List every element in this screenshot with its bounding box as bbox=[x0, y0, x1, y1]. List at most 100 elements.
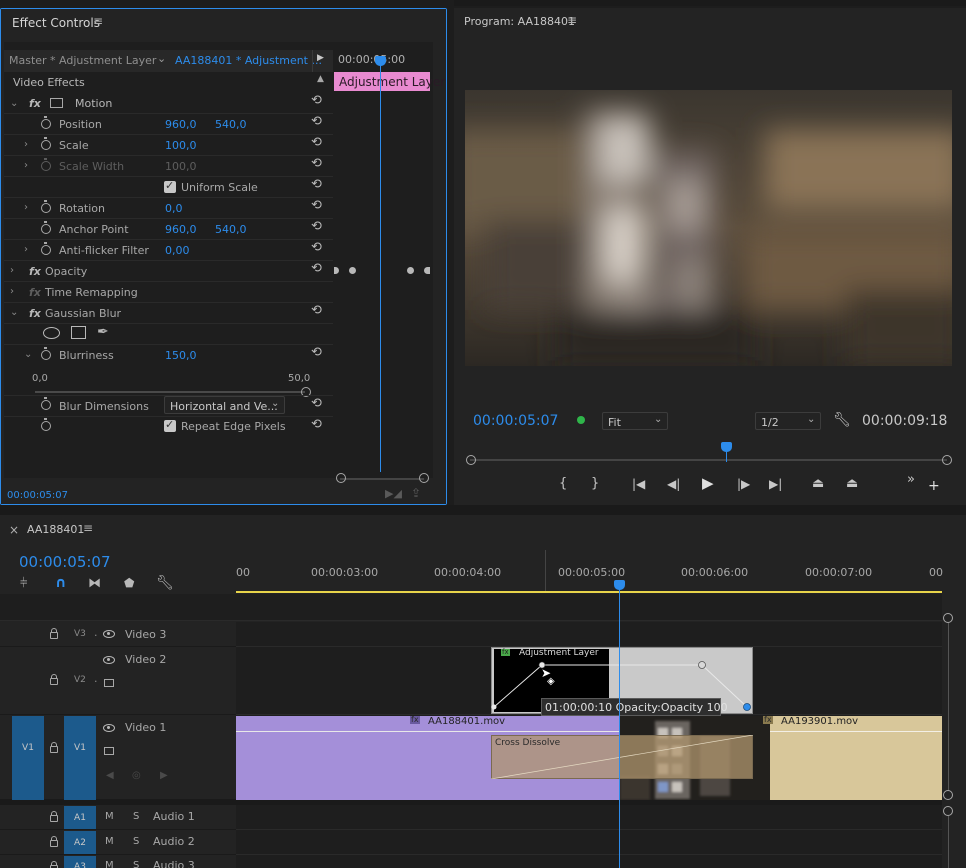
reset-icon[interactable]: ⟲ bbox=[311, 396, 322, 411]
vertical-scroll-track[interactable] bbox=[948, 623, 949, 791]
collapse-up-icon[interactable]: ▲ bbox=[317, 75, 324, 84]
reset-icon[interactable]: ⟲ bbox=[311, 240, 322, 255]
eye-icon[interactable] bbox=[103, 724, 115, 732]
reset-icon[interactable]: ⟲ bbox=[311, 93, 322, 108]
repeat-edge-checkbox[interactable] bbox=[164, 418, 176, 432]
source-patch-v1[interactable]: V1 bbox=[12, 716, 44, 800]
prev-keyframe-icon[interactable]: ◀ bbox=[106, 771, 114, 781]
track-target-a2[interactable]: A2 bbox=[64, 831, 96, 854]
linked-selection-icon[interactable]: ⧓ bbox=[88, 577, 101, 590]
fx-icon[interactable]: fx bbox=[29, 265, 41, 278]
lift-icon[interactable]: ⏏ bbox=[812, 477, 824, 490]
chevron-down-icon[interactable]: ⌄ bbox=[157, 53, 166, 64]
chevron-down-icon[interactable]: ⌄ bbox=[10, 307, 18, 318]
lock-icon[interactable] bbox=[50, 836, 58, 847]
play-triangle-icon[interactable]: ▶ bbox=[317, 54, 324, 63]
keyframe-marker[interactable] bbox=[424, 267, 430, 274]
track-target-v1[interactable]: V1 bbox=[64, 716, 96, 800]
mute-button[interactable]: M bbox=[105, 812, 114, 822]
transform-box-icon[interactable] bbox=[50, 98, 63, 108]
keyframe-marker[interactable] bbox=[349, 267, 356, 274]
snap-magnet-icon[interactable]: ∩ bbox=[55, 576, 66, 590]
solo-button[interactable]: S bbox=[133, 861, 139, 868]
reset-icon[interactable]: ⟲ bbox=[311, 345, 322, 360]
eye-icon[interactable] bbox=[103, 630, 115, 638]
next-keyframe-icon[interactable]: ▶ bbox=[160, 771, 168, 781]
sequence-clip-label[interactable]: AA188401 * Adjustment ... bbox=[175, 55, 322, 66]
scroll-handle-right[interactable] bbox=[419, 473, 429, 483]
monitor-scrub-track[interactable] bbox=[470, 459, 947, 461]
stopwatch-icon[interactable] bbox=[41, 347, 51, 360]
clip-opacity-line[interactable] bbox=[770, 731, 942, 732]
program-video-frame[interactable] bbox=[465, 90, 952, 366]
play-icon[interactable]: ▶ bbox=[702, 476, 714, 491]
stopwatch-icon[interactable] bbox=[41, 221, 51, 234]
track-a1[interactable] bbox=[236, 805, 942, 830]
reset-icon[interactable]: ⟲ bbox=[311, 261, 322, 276]
scale-value[interactable]: 100,0 bbox=[165, 140, 197, 151]
close-tab-icon[interactable]: × bbox=[9, 524, 19, 536]
chevron-right-icon[interactable]: › bbox=[24, 202, 28, 213]
solo-button[interactable]: S bbox=[133, 837, 139, 847]
mini-playhead-handle[interactable] bbox=[375, 56, 386, 66]
eye-icon[interactable] bbox=[103, 656, 115, 664]
work-area-bar[interactable] bbox=[236, 591, 942, 593]
stopwatch-icon[interactable] bbox=[41, 397, 51, 410]
panel-menu-icon[interactable]: ≡ bbox=[567, 14, 577, 26]
mark-in-icon[interactable]: { bbox=[559, 477, 567, 490]
position-y-value[interactable]: 540,0 bbox=[215, 119, 247, 130]
current-timecode[interactable]: 00:00:05:07 bbox=[473, 414, 558, 428]
scroll-handle-left[interactable] bbox=[336, 473, 346, 483]
track-a2[interactable] bbox=[236, 830, 942, 855]
position-x-value[interactable]: 960,0 bbox=[165, 119, 197, 130]
reset-icon[interactable]: ⟲ bbox=[311, 219, 322, 234]
anchor-x-value[interactable]: 960,0 bbox=[165, 224, 197, 235]
stopwatch-icon[interactable] bbox=[41, 116, 51, 129]
step-forward-icon[interactable]: |▶ bbox=[737, 478, 750, 490]
keyframe-marker[interactable] bbox=[407, 267, 414, 274]
scroll-handle-bottom[interactable] bbox=[943, 790, 953, 800]
more-controls-icon[interactable]: » bbox=[907, 473, 915, 486]
fx-icon[interactable]: fx bbox=[29, 97, 41, 110]
panel-title[interactable]: Effect Controls bbox=[12, 17, 100, 29]
antiflicker-value[interactable]: 0,00 bbox=[165, 245, 190, 256]
track-target-v3[interactable]: V3 bbox=[74, 630, 86, 639]
chevron-right-icon[interactable]: › bbox=[24, 244, 28, 255]
reset-icon[interactable]: ⟲ bbox=[311, 198, 322, 213]
chevron-down-icon[interactable]: ⌄ bbox=[807, 415, 815, 425]
chevron-right-icon[interactable]: › bbox=[10, 286, 14, 297]
blur-dimensions-dropdown[interactable]: Horizontal and Ve... bbox=[164, 396, 285, 414]
lock-icon[interactable] bbox=[50, 811, 58, 822]
pen-mask-icon[interactable]: ✒ bbox=[97, 325, 109, 339]
lock-icon[interactable] bbox=[50, 674, 58, 685]
stopwatch-icon[interactable] bbox=[41, 137, 51, 150]
reset-icon[interactable]: ⟲ bbox=[311, 303, 322, 318]
scroll-handle-top[interactable] bbox=[943, 613, 953, 623]
scrub-handle-left[interactable] bbox=[466, 455, 476, 465]
uniform-scale-checkbox[interactable] bbox=[164, 179, 176, 193]
program-monitor-title[interactable]: Program: AA188401 bbox=[464, 16, 575, 27]
sequence-tab-name[interactable]: AA188401 bbox=[27, 524, 84, 535]
track-a3[interactable] bbox=[236, 855, 942, 868]
chevron-down-icon[interactable]: ⌄ bbox=[654, 415, 662, 425]
rotation-value[interactable]: 0,0 bbox=[165, 203, 183, 214]
reset-icon[interactable]: ⟲ bbox=[311, 177, 322, 192]
master-clip-label[interactable]: Master * Adjustment Layer bbox=[9, 55, 156, 66]
step-back-icon[interactable]: ◀| bbox=[667, 478, 680, 490]
audio-scroll-track[interactable] bbox=[948, 816, 949, 868]
track-target-v2[interactable]: V2 bbox=[74, 676, 86, 685]
track-target-a3[interactable]: A3 bbox=[64, 856, 96, 868]
timeline-settings-wrench-icon[interactable]: 🔧︎ bbox=[156, 576, 174, 590]
lock-icon[interactable] bbox=[50, 628, 58, 639]
timeline-playhead-handle[interactable] bbox=[614, 580, 625, 590]
solo-button[interactable]: S bbox=[133, 812, 139, 822]
stopwatch-icon[interactable] bbox=[41, 242, 51, 255]
mute-button[interactable]: M bbox=[105, 837, 114, 847]
export-icon[interactable]: ⇪ bbox=[411, 487, 421, 499]
chevron-down-icon[interactable]: ⌄ bbox=[271, 399, 279, 409]
mini-scrollbar-track[interactable] bbox=[340, 478, 424, 480]
panel-menu-icon[interactable]: ≡ bbox=[93, 15, 103, 27]
scrub-handle-right[interactable] bbox=[942, 455, 952, 465]
monitor-playhead[interactable] bbox=[721, 442, 732, 452]
keyframe-display-icon[interactable] bbox=[104, 747, 114, 755]
